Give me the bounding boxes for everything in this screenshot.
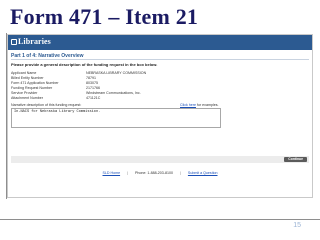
instructions: Please provide a general description of … xyxy=(11,62,158,67)
continue-button[interactable]: Continue xyxy=(284,157,307,162)
narrative-textarea[interactable]: In-NACS for Nebraska Library Commission. xyxy=(11,108,221,128)
bottom-divider xyxy=(0,219,320,220)
logo-text: Libraries xyxy=(18,37,51,46)
footer-separator: | xyxy=(127,171,129,175)
examples-suffix: for examples. xyxy=(196,103,219,107)
logo-icon xyxy=(11,39,17,45)
detail-label: Attachment Number xyxy=(11,96,43,100)
app-header: Libraries xyxy=(8,35,312,50)
phone-number: Phone: 1-888-203-8100 xyxy=(135,171,173,175)
detail-value: 471121C xyxy=(86,96,101,100)
examples-link[interactable]: Click here xyxy=(180,103,196,107)
sld-home-link[interactable]: SLD Home xyxy=(103,171,121,175)
libraries-logo[interactable]: Libraries xyxy=(11,38,51,46)
page-footer: SLD Home | Phone: 1-888-203-8100 | Submi… xyxy=(8,171,312,175)
submit-question-link[interactable]: Submit a Question xyxy=(188,171,218,175)
section-divider xyxy=(11,59,309,60)
application-screen: Libraries Part 1 of 4: Narrative Overvie… xyxy=(7,34,313,198)
narrative-label: Narrative description of this funding re… xyxy=(11,103,82,107)
continue-bar: Continue xyxy=(11,156,309,163)
slide-title: Form 471 – Item 21 xyxy=(10,4,199,29)
examples-hint: Click here for examples. xyxy=(180,103,219,107)
footer-separator: | xyxy=(179,171,181,175)
slide-number: 15 xyxy=(293,222,301,229)
